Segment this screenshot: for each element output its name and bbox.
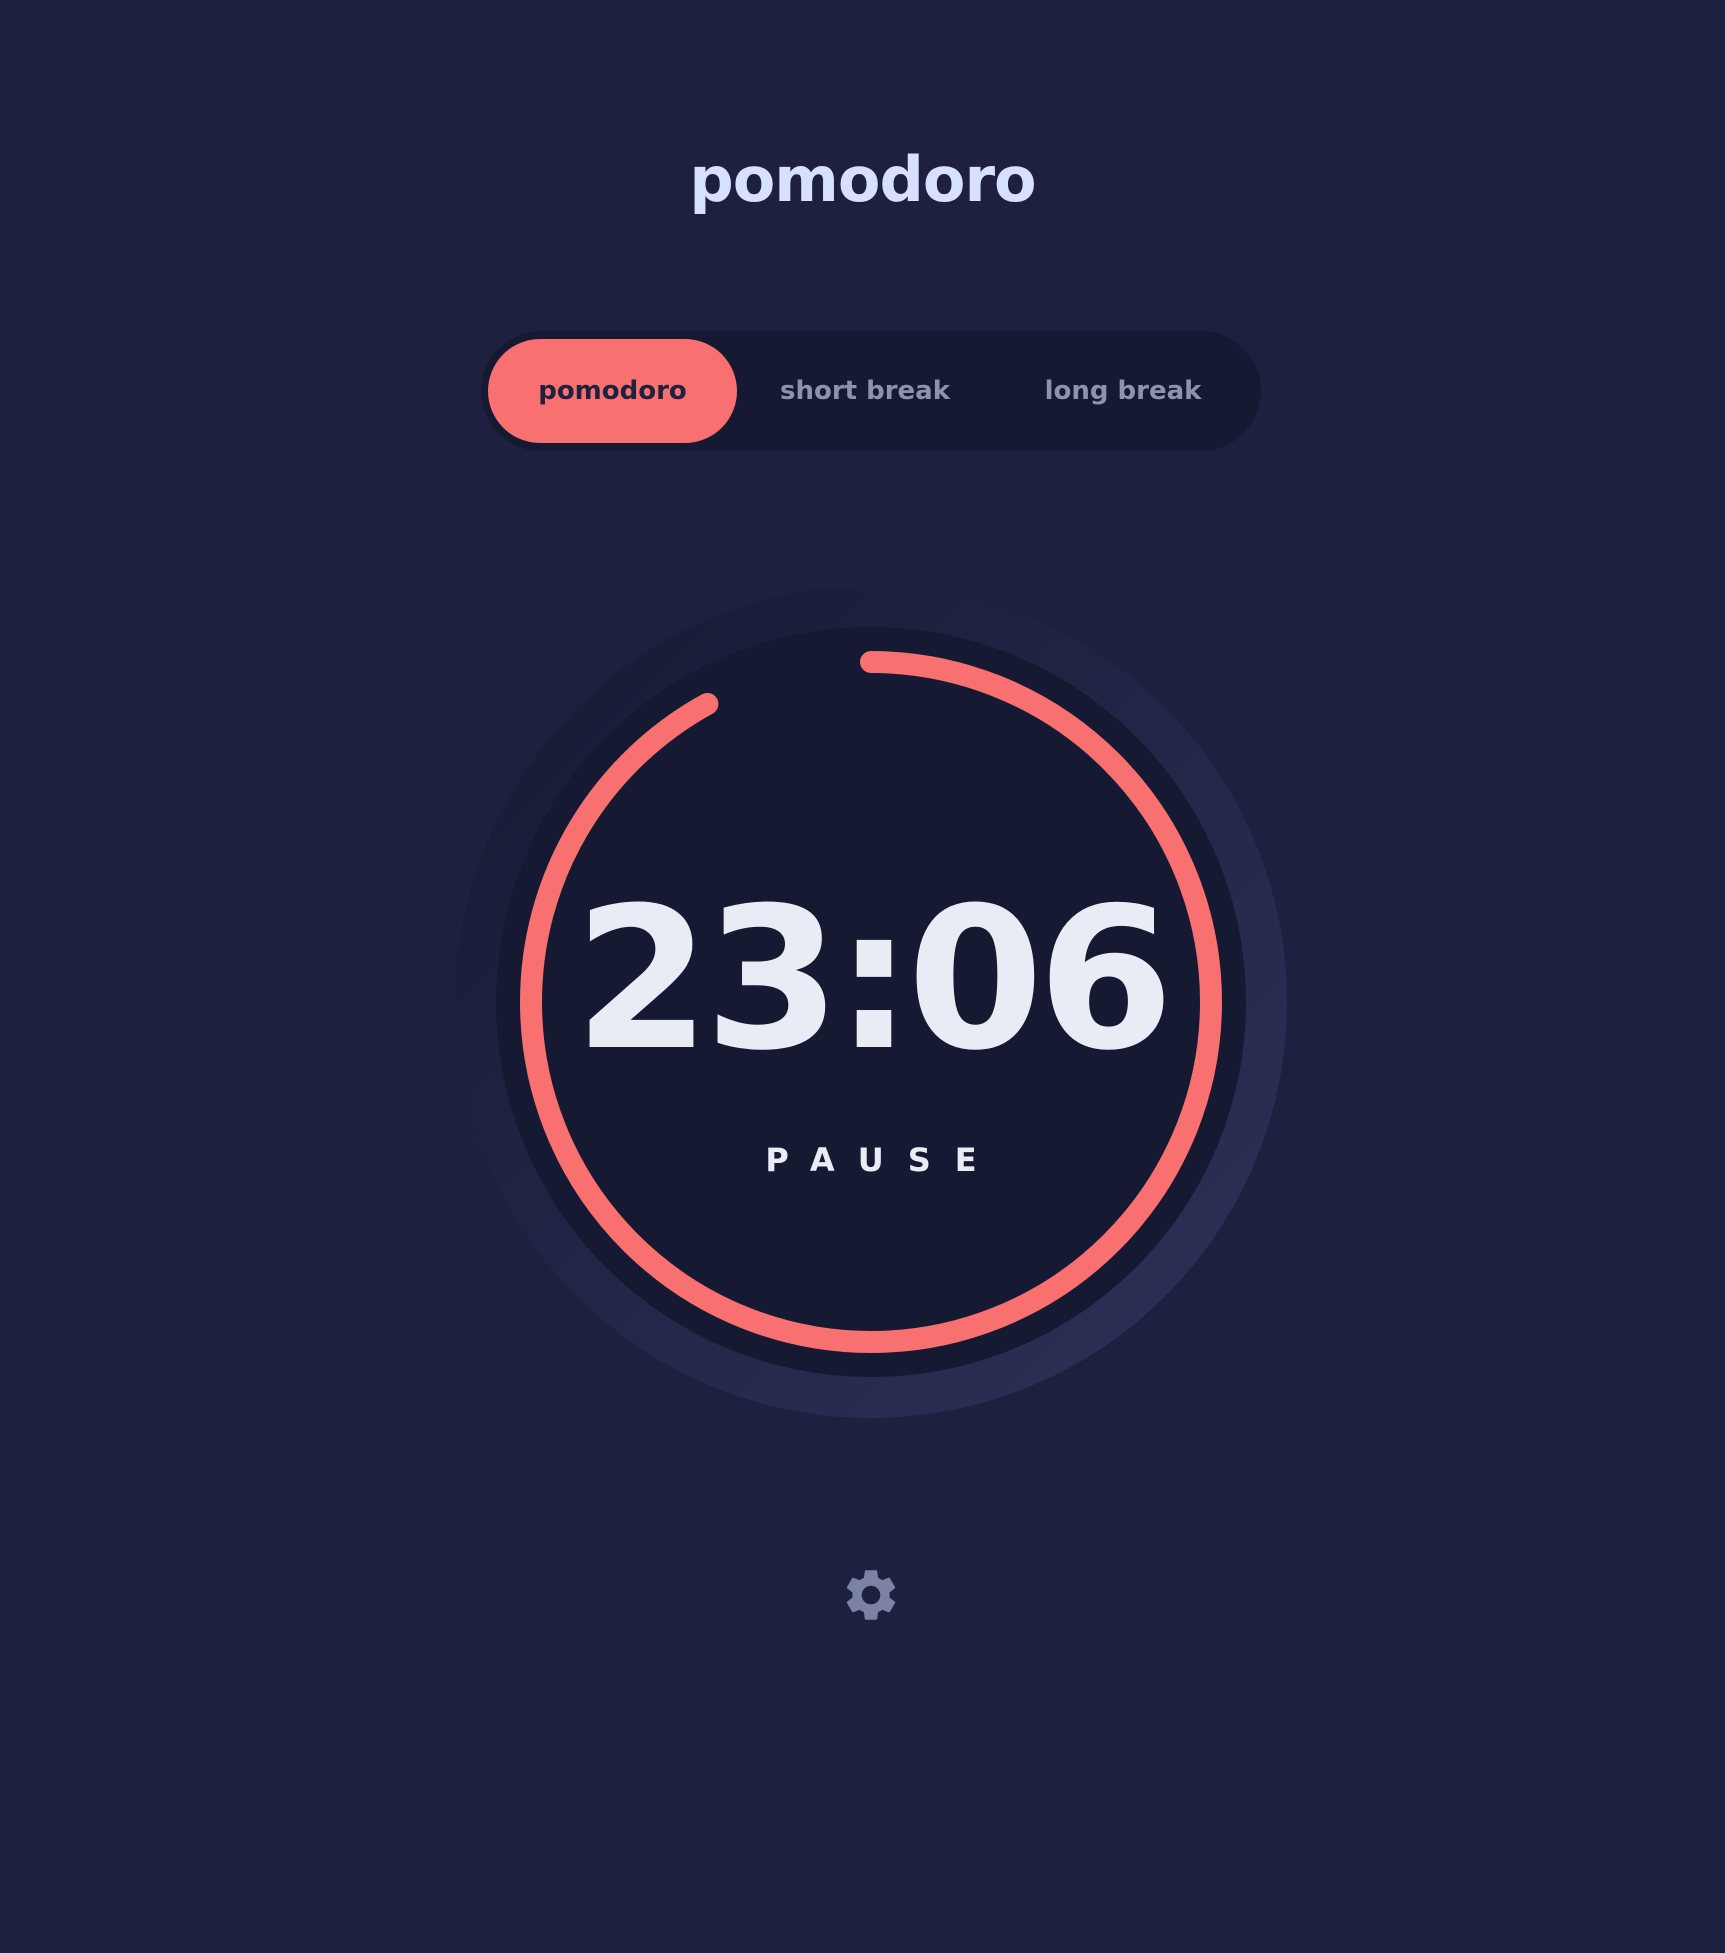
tab-pomodoro[interactable]: pomodoro: [488, 339, 737, 443]
tab-long-break[interactable]: long break: [993, 339, 1253, 443]
mode-tabs: pomodoro short break long break: [481, 331, 1261, 451]
app-title: pomodoro: [689, 143, 1036, 216]
gear-icon[interactable]: [840, 1564, 902, 1626]
pomodoro-app: pomodoro pomodoro short break long break…: [0, 0, 1725, 1953]
pause-button[interactable]: PAUSE: [721, 1130, 1021, 1190]
time-display: 23:06: [574, 866, 1174, 1094]
tab-short-break[interactable]: short break: [737, 339, 993, 443]
